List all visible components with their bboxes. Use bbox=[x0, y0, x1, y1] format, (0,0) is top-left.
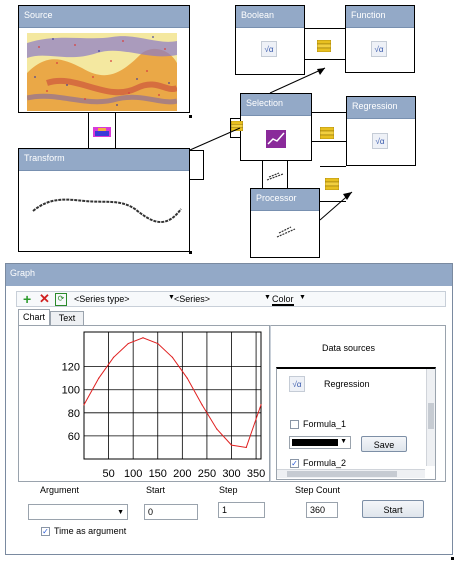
series-select[interactable]: <Series> bbox=[174, 294, 210, 304]
start-label: Start bbox=[146, 485, 166, 495]
data-source-regression[interactable]: Regression bbox=[324, 379, 370, 389]
horizontal-scrollbar[interactable] bbox=[277, 469, 425, 478]
tab-text[interactable]: Text bbox=[50, 311, 84, 325]
step-label: Step bbox=[219, 485, 238, 495]
series-point bbox=[171, 356, 174, 358]
formula-icon: √α bbox=[289, 376, 305, 392]
delete-icon[interactable]: ✕ bbox=[39, 291, 50, 307]
formula-2-label: Formula_2 bbox=[303, 458, 347, 468]
graph-window[interactable]: Graph + ✕ ⟳ <Series type> ▼ <Series> ▼ C… bbox=[5, 263, 453, 555]
vertical-scrollbar[interactable] bbox=[426, 369, 435, 466]
save-button[interactable]: Save bbox=[361, 436, 407, 452]
argument-label: Argument bbox=[40, 485, 80, 495]
series-point bbox=[230, 444, 233, 446]
x-tick-label: 300 bbox=[222, 468, 240, 480]
y-tick-label: 100 bbox=[62, 385, 80, 397]
tab-chart[interactable]: Chart bbox=[18, 309, 50, 325]
series-point bbox=[127, 342, 129, 345]
step-count-input[interactable]: 360 bbox=[306, 502, 338, 518]
y-tick-label: 60 bbox=[68, 431, 80, 443]
series-point bbox=[216, 428, 218, 430]
x-tick-label: 50 bbox=[102, 468, 114, 480]
series-point bbox=[83, 404, 85, 406]
time-as-argument-label: Time as argument bbox=[54, 526, 127, 536]
series-point bbox=[201, 404, 203, 406]
series-point bbox=[142, 337, 144, 339]
series-point bbox=[98, 377, 100, 379]
plot-frame bbox=[83, 331, 262, 460]
x-tick-label: 250 bbox=[198, 468, 216, 480]
series-line bbox=[83, 337, 262, 449]
color-swatch bbox=[292, 439, 338, 446]
series-point bbox=[112, 356, 115, 358]
refresh-icon[interactable]: ⟳ bbox=[55, 293, 67, 306]
x-tick-label: 350 bbox=[247, 468, 265, 480]
chart-panel: 50 100 150 200 250 300 350 120 100 80 60 bbox=[18, 325, 270, 482]
argument-select[interactable]: ▼ bbox=[28, 504, 128, 520]
series-point bbox=[186, 377, 188, 379]
x-tick-label: 200 bbox=[173, 468, 191, 480]
graph-window-title: Graph bbox=[6, 264, 452, 286]
y-tick-label: 120 bbox=[62, 362, 80, 374]
chevron-down-icon: ▼ bbox=[340, 438, 347, 445]
step-input[interactable]: 1 bbox=[218, 502, 265, 518]
formula-1-checkbox[interactable] bbox=[290, 420, 299, 429]
start-button[interactable]: Start bbox=[362, 500, 424, 518]
start-input[interactable]: 0 bbox=[144, 504, 198, 520]
color-swatch-select[interactable]: ▼ bbox=[289, 436, 351, 449]
formula-1-label: Formula_1 bbox=[303, 419, 347, 429]
color-select[interactable]: Color bbox=[272, 294, 294, 306]
tab-chart-label: Chart bbox=[22, 312, 45, 322]
data-sources-title: Data sources bbox=[322, 343, 376, 353]
series-point bbox=[157, 342, 159, 345]
connector-lines bbox=[189, 67, 353, 254]
formula-2-checkbox[interactable]: ✓ bbox=[290, 459, 299, 468]
scrollbar-thumb[interactable] bbox=[428, 403, 434, 429]
step-count-label: Step Count bbox=[295, 485, 341, 495]
series-point bbox=[260, 404, 262, 406]
window-resize-handle[interactable] bbox=[451, 557, 454, 560]
x-tick-label: 100 bbox=[124, 468, 142, 480]
time-as-argument-checkbox[interactable]: ✓ bbox=[41, 527, 50, 536]
chevron-down-icon: ▼ bbox=[117, 509, 124, 516]
scrollbar-thumb[interactable] bbox=[287, 471, 397, 477]
y-tick-label: 80 bbox=[68, 408, 80, 420]
x-tick-label: 150 bbox=[149, 468, 167, 480]
chevron-down-icon[interactable]: ▼ bbox=[299, 294, 306, 301]
chart: 50 100 150 200 250 300 350 120 100 80 60 bbox=[62, 331, 265, 480]
tab-text-label: Text bbox=[58, 313, 76, 323]
chevron-down-icon[interactable]: ▼ bbox=[264, 294, 271, 301]
add-icon[interactable]: + bbox=[23, 291, 31, 307]
series-type-select[interactable]: <Series type> bbox=[74, 294, 130, 304]
series-point bbox=[245, 446, 247, 449]
